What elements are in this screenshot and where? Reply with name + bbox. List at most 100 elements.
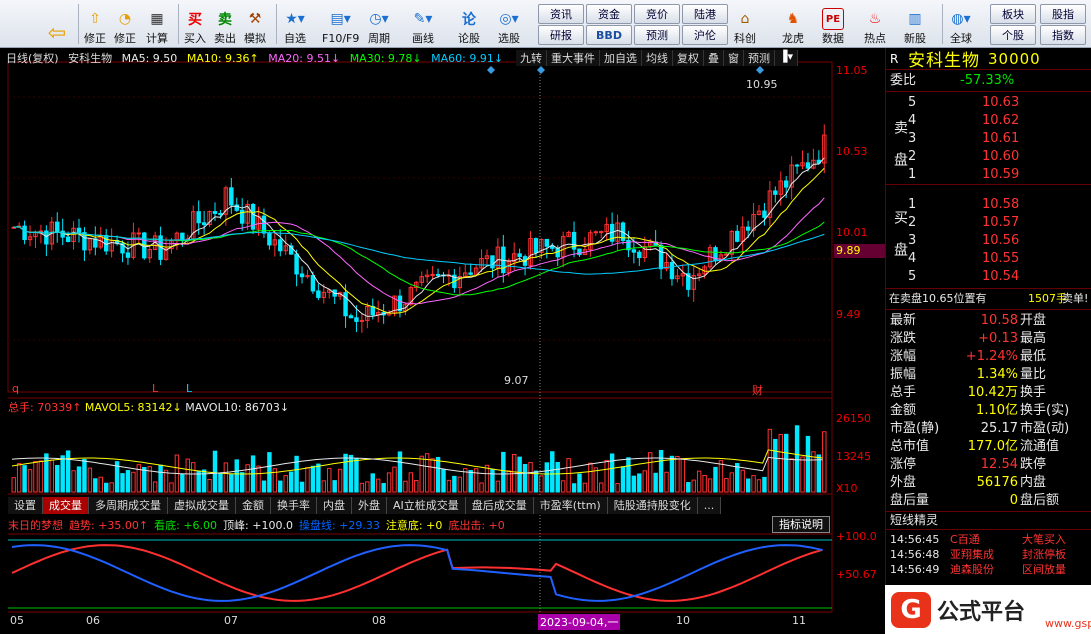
stock-button[interactable]: 个股	[990, 25, 1036, 45]
hot-button[interactable]: ♨ 热点	[864, 2, 886, 46]
index-futures-button[interactable]: 股指	[1040, 4, 1086, 24]
research-button[interactable]: 研报	[538, 25, 584, 45]
volume-bar	[745, 478, 751, 493]
indicator-info-bar: 末日的梦想 趋势: +35.00↑ 看底: +6.00 顶峰: +100.0 操盘线: …	[8, 517, 511, 533]
stat-row: 外盘 56176 内盘	[890, 475, 1047, 490]
volume-bar	[528, 462, 533, 493]
indicator-tab-3[interactable]: 虚拟成交量	[168, 497, 236, 514]
draw-line-button[interactable]: ✎▾ 画线	[412, 2, 434, 46]
dragon-tiger-button[interactable]: ♞ 龙虎	[782, 2, 804, 46]
hk-connect-button[interactable]: 陆港	[682, 4, 728, 24]
indicator-tab-6[interactable]: 内盘	[317, 497, 352, 514]
tab-major-events[interactable]: 重大事件	[547, 50, 600, 66]
volume-bar	[735, 462, 740, 493]
chart-canvas[interactable]	[0, 48, 885, 634]
volume-bar	[588, 462, 593, 493]
tab-predict[interactable]: 预测	[744, 50, 775, 66]
shanghai-london-button[interactable]: 沪伦	[682, 25, 728, 45]
chart-mode-label: 日线(复权)	[6, 52, 59, 65]
indicator-tab-5[interactable]: 换手率	[271, 497, 317, 514]
sell-button[interactable]: 卖卖出	[214, 2, 236, 46]
indicator-tab-10[interactable]: 市盈率(ttm)	[533, 497, 608, 514]
sprite-row[interactable]: 14:56:49 迪森股份 区间放量	[886, 561, 1091, 579]
sector-button[interactable]: 板块	[990, 4, 1036, 24]
candle	[136, 232, 142, 235]
candle	[593, 231, 599, 234]
simulate-button[interactable]: ⚒ 模拟	[244, 2, 266, 46]
forecast-button[interactable]: 预测	[634, 25, 680, 45]
volume-bar	[125, 470, 131, 493]
calculator-button[interactable]: ▦ 计算	[146, 2, 168, 46]
stock-picker-button[interactable]: ◎▾ 选股	[498, 2, 520, 46]
bid-row[interactable]: 1 10.58	[886, 196, 1091, 214]
chart-settings-icon[interactable]: ▐▾	[775, 50, 798, 66]
tab-add-favorite[interactable]: 加自选	[600, 50, 642, 66]
tab-adjust[interactable]: 复权	[673, 50, 704, 66]
news-button[interactable]: 资讯	[538, 4, 584, 24]
volume-bar	[11, 477, 16, 493]
tab-window[interactable]: 窗	[724, 50, 744, 66]
tab-moving-average[interactable]: 均线	[642, 50, 673, 66]
bbd-button[interactable]: BBD	[586, 25, 632, 45]
volume-bar	[278, 480, 283, 493]
revise-button-2[interactable]: ◔ 修正	[114, 2, 136, 46]
indicator-tab-2[interactable]: 多周期成交量	[89, 497, 168, 514]
volume-bar	[756, 479, 762, 493]
bid-row[interactable]: 4 10.55	[886, 250, 1091, 268]
ask-row[interactable]: 5 10.63	[886, 94, 1091, 112]
volume-bar	[310, 465, 316, 493]
indicator-tab-0[interactable]: 设置	[8, 497, 43, 514]
favorites-button[interactable]: ★▾ 自选	[284, 2, 306, 46]
index-button[interactable]: 指数	[1040, 25, 1086, 45]
auction-button[interactable]: 竞价	[634, 4, 680, 24]
stat-row: 盘后量 0 盘后额	[890, 493, 1060, 508]
candle	[637, 251, 642, 259]
indicator-tab-8[interactable]: AI立桩成交量	[387, 497, 466, 514]
volume-bar	[473, 468, 479, 493]
revise-button[interactable]: ⇧ 修正	[84, 2, 106, 46]
volume-bar	[658, 450, 664, 493]
chart-stock-name: 安科生物	[68, 52, 113, 65]
indicator-tab-1[interactable]: 成交量	[43, 497, 89, 514]
bid-row[interactable]: 5 10.54	[886, 268, 1091, 286]
period-button[interactable]: ◷▾ 周期	[368, 2, 390, 46]
x-cursor-date: 2023-09-04,一	[538, 614, 621, 630]
indicator-tab-11[interactable]: 陆股通持股变化	[607, 497, 698, 514]
tab-overlay[interactable]: 叠	[704, 50, 724, 66]
volume-bar	[403, 480, 408, 493]
kline-chart-area[interactable]: 日线(复权) 安科生物 MA5: 9.50 MA10: 9.36↑ MA20: …	[0, 48, 885, 634]
star-market-button[interactable]: ⌂ 科创	[734, 2, 756, 46]
volume-bar	[800, 456, 805, 493]
indicator-help-button[interactable]: 指标说明	[772, 516, 830, 533]
back-button[interactable]: ⇦	[46, 2, 68, 46]
brand-logo-banner: G 公式平台 www.gspt.com	[885, 585, 1091, 634]
ask-row[interactable]: 2 10.60	[886, 148, 1091, 166]
global-button[interactable]: ◍▾ 全球	[950, 2, 972, 46]
indicator-tab-9[interactable]: 盘后成交量	[465, 497, 534, 514]
ipo-button[interactable]: ▥ 新股	[904, 2, 926, 46]
candle	[316, 290, 321, 298]
data-button[interactable]: PE 数据	[822, 2, 844, 46]
indicator-tabs: 设置 成交量 多周期成交量 虚拟成交量 金额 换手率 内盘 外盘 AI立桩成交量 盘后成交量 市盈率…	[8, 497, 722, 514]
candle	[745, 226, 751, 231]
indicator-tab-7[interactable]: 外盘	[352, 497, 387, 514]
candle	[196, 211, 201, 224]
hot-icon: ♨	[868, 11, 882, 27]
discuss-button[interactable]: 论论股	[458, 2, 480, 46]
indicator-tab-4[interactable]: 金额	[236, 497, 271, 514]
bid-row[interactable]: 2 10.57	[886, 214, 1091, 232]
ask-row[interactable]: 1 10.59	[886, 166, 1091, 184]
tab-jiuzhuan[interactable]: 九转	[516, 50, 547, 66]
brand-url: www.gspt.com	[1045, 617, 1091, 630]
ma10-label: MA10: 9.36↑	[186, 52, 259, 65]
volume-bar	[55, 464, 60, 493]
buy-button[interactable]: 买买入	[184, 2, 206, 46]
ask-row[interactable]: 3 10.61	[886, 130, 1091, 148]
indicator-tab-12[interactable]: ...	[697, 497, 722, 514]
volume-bar	[359, 482, 365, 493]
bid-row[interactable]: 3 10.56	[886, 232, 1091, 250]
ask-row[interactable]: 4 10.62	[886, 112, 1091, 130]
volume-bar	[354, 457, 359, 493]
funds-button[interactable]: 资金	[586, 4, 632, 24]
f10-button[interactable]: ▤▾ F10/F9	[322, 2, 359, 46]
